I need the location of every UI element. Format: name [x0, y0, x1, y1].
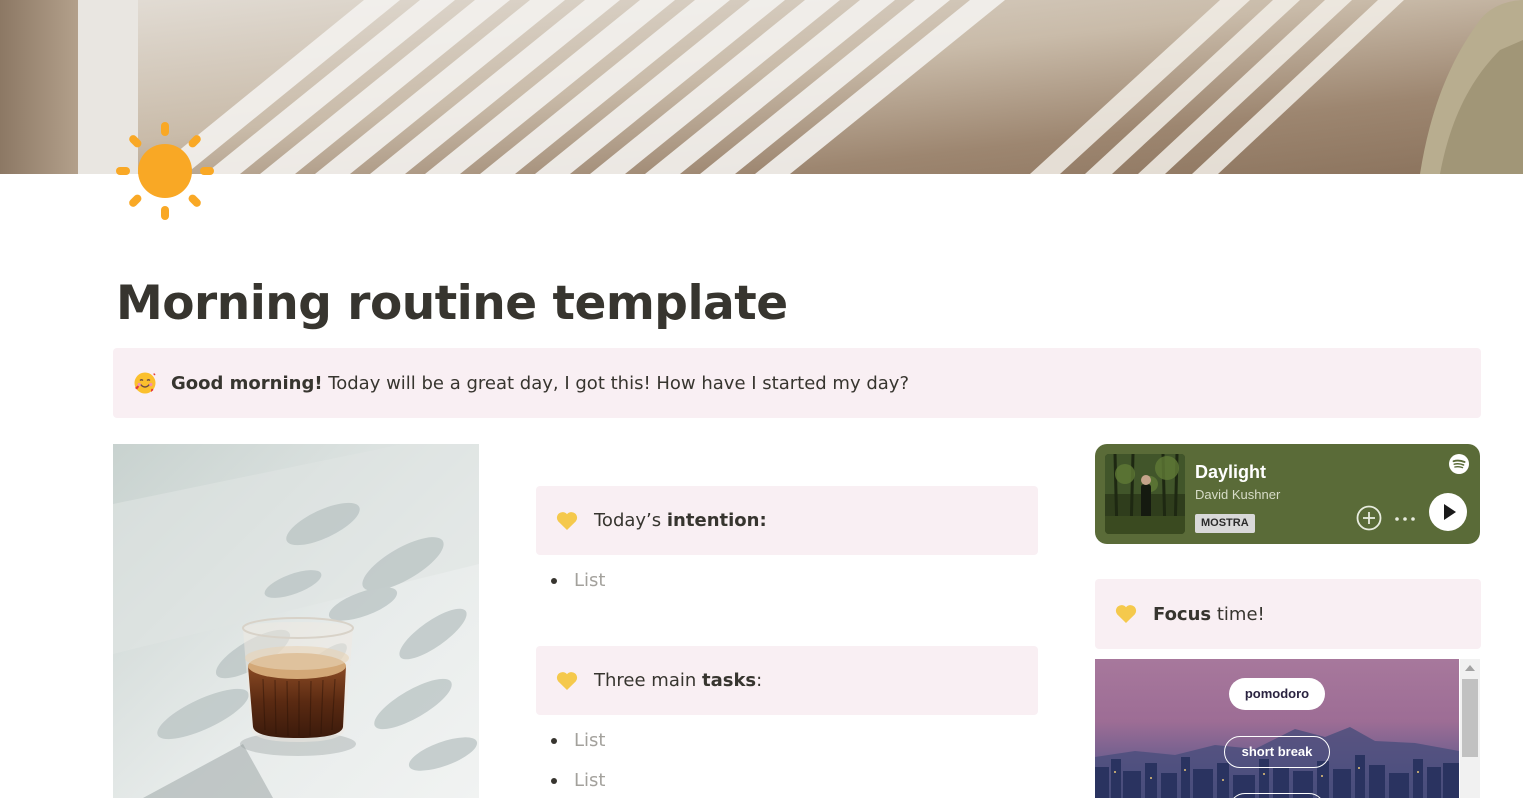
intention-callout[interactable]: Today’s intention:	[536, 486, 1038, 555]
yellow-heart-icon	[556, 511, 578, 531]
page-title[interactable]: Morning routine template	[116, 276, 788, 331]
cover-image[interactable]	[0, 0, 1523, 174]
tasks-callout[interactable]: Three main tasks:	[536, 646, 1038, 715]
tasks-prefix: Three main	[594, 670, 702, 691]
smiling-face-with-hearts-icon	[133, 371, 157, 395]
tasks-callout-text: Three main tasks:	[594, 670, 762, 691]
artist-name[interactable]: David Kushner	[1195, 487, 1280, 502]
sun-icon[interactable]	[114, 120, 216, 222]
intro-callout-text: Good morning! Today will be a great day,…	[171, 373, 909, 394]
preview-badge: MOSTRA	[1195, 514, 1255, 533]
list-item[interactable]: List	[548, 761, 605, 798]
pomodoro-timer-embed[interactable]: pomodoro short break	[1095, 659, 1459, 798]
intention-bold: intention:	[666, 510, 767, 531]
focus-callout[interactable]: Focus time!	[1095, 579, 1481, 649]
pomodoro-scrollbar[interactable]	[1460, 659, 1480, 798]
play-button[interactable]	[1429, 493, 1467, 531]
tasks-suffix: :	[756, 670, 763, 691]
intention-callout-text: Today’s intention:	[594, 510, 767, 531]
bullet-icon	[551, 778, 557, 784]
scroll-up-icon[interactable]	[1465, 665, 1475, 671]
focus-callout-text: Focus time!	[1153, 604, 1265, 625]
list-item-placeholder: List	[574, 570, 606, 591]
short-break-mode-button[interactable]: short break	[1224, 736, 1330, 768]
spotify-logo-icon[interactable]	[1449, 454, 1469, 474]
long-break-mode-button[interactable]	[1229, 793, 1325, 798]
focus-bold: Focus	[1153, 603, 1212, 625]
track-title[interactable]: Daylight	[1195, 462, 1266, 483]
tasks-list: List List	[548, 721, 605, 798]
spotify-embed[interactable]: Daylight David Kushner MOSTRA	[1095, 444, 1480, 544]
intro-callout-body: Today will be a great day, I got this! H…	[322, 372, 910, 394]
add-to-library-icon[interactable]	[1356, 505, 1382, 531]
more-options-icon[interactable]	[1393, 510, 1417, 526]
intro-callout[interactable]: Good morning! Today will be a great day,…	[113, 348, 1481, 418]
list-item[interactable]: List	[548, 721, 605, 761]
yellow-heart-icon	[1115, 604, 1137, 624]
bullet-icon	[551, 738, 557, 744]
album-cover[interactable]	[1105, 454, 1185, 534]
scrollbar-thumb[interactable]	[1462, 679, 1478, 757]
intention-prefix: Today’s	[594, 510, 667, 531]
bullet-icon	[551, 578, 557, 584]
list-item-placeholder: List	[574, 730, 606, 751]
intro-callout-bold: Good morning!	[171, 372, 323, 394]
yellow-heart-icon	[556, 671, 578, 691]
cover-artwork	[0, 0, 1523, 174]
intention-list: List	[548, 561, 605, 601]
list-item-placeholder: List	[574, 770, 606, 791]
coffee-photo[interactable]	[113, 444, 479, 798]
focus-suffix: time!	[1211, 603, 1265, 625]
coffee-artwork	[113, 444, 479, 798]
tasks-bold: tasks	[701, 670, 757, 691]
list-item[interactable]: List	[548, 561, 605, 601]
pomodoro-mode-button[interactable]: pomodoro	[1229, 678, 1325, 710]
play-icon	[1429, 493, 1467, 531]
